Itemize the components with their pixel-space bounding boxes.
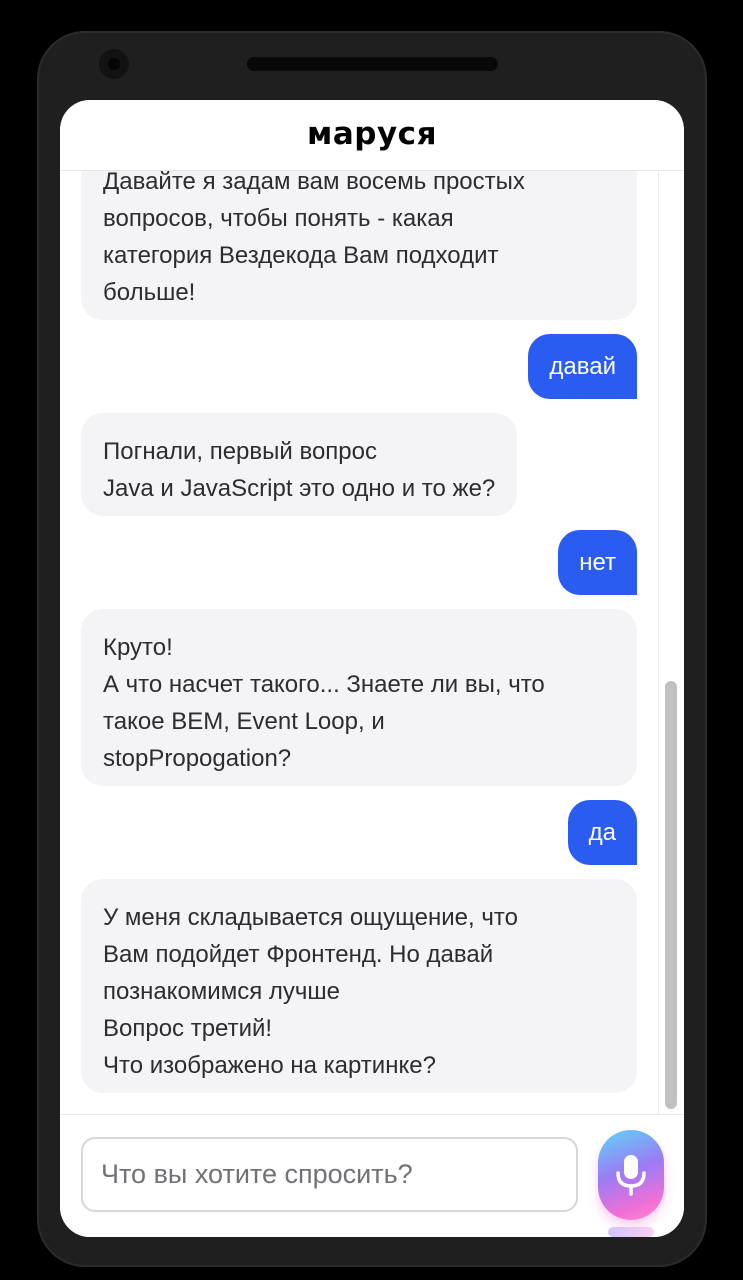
bot-message: Давайте я задам вам восемь простых вопро… — [81, 171, 637, 320]
message-line: Что изображено на картинке? — [103, 1052, 436, 1079]
message-line: У меня складывается ощущение, что — [103, 904, 518, 931]
app-screen: маруся Давайте я задам вам восемь просты… — [60, 100, 684, 1237]
bot-message: У меня складывается ощущение, что Вам по… — [81, 879, 637, 1093]
input-footer — [60, 1114, 684, 1237]
camera-icon — [99, 49, 129, 79]
message-input[interactable] — [81, 1137, 578, 1212]
message-line: Круто! — [103, 634, 173, 661]
message-line: Вопрос третий! — [103, 1015, 273, 1042]
message-line: А что насчет такого... Знаете ли вы, что — [103, 671, 545, 698]
user-message: давай — [528, 334, 637, 399]
chat-history[interactable]: Давайте я задам вам восемь простых вопро… — [60, 171, 658, 1114]
phone-frame: маруся Давайте я задам вам восемь просты… — [37, 31, 707, 1267]
message-line: познакомимся лучше — [103, 978, 340, 1005]
marusya-logo: маруся — [307, 115, 437, 152]
voice-input-button[interactable] — [598, 1130, 664, 1220]
message-line: Java и JavaScript это одно и то же? — [103, 475, 496, 502]
message-line: Давайте я задам вам восемь простых — [103, 171, 525, 195]
user-message: да — [567, 800, 637, 865]
microphone-icon — [616, 1155, 646, 1196]
message-line: stopPropogation? — [103, 745, 292, 772]
message-line: категория Вездекода Вам подходит — [103, 242, 499, 269]
message-line: вопросов, чтобы понять - какая — [103, 205, 454, 232]
scrollbar-thumb[interactable] — [665, 681, 677, 1109]
chat-scrollbar[interactable] — [658, 171, 684, 1114]
bot-message: Погнали, первый вопрос Java и JavaScript… — [81, 413, 518, 516]
message-line: Погнали, первый вопрос — [103, 438, 377, 465]
message-line: такое BEM, Event Loop, и — [103, 708, 385, 735]
message-line: Вам подойдет Фронтенд. Но давай — [103, 941, 494, 968]
bot-message: Круто! А что насчет такого... Знаете ли … — [81, 609, 637, 786]
speaker-grille — [247, 57, 498, 71]
app-header: маруся — [60, 100, 684, 171]
user-message: нет — [558, 530, 637, 595]
mic-glow — [608, 1227, 654, 1237]
message-line: больше! — [103, 279, 196, 306]
